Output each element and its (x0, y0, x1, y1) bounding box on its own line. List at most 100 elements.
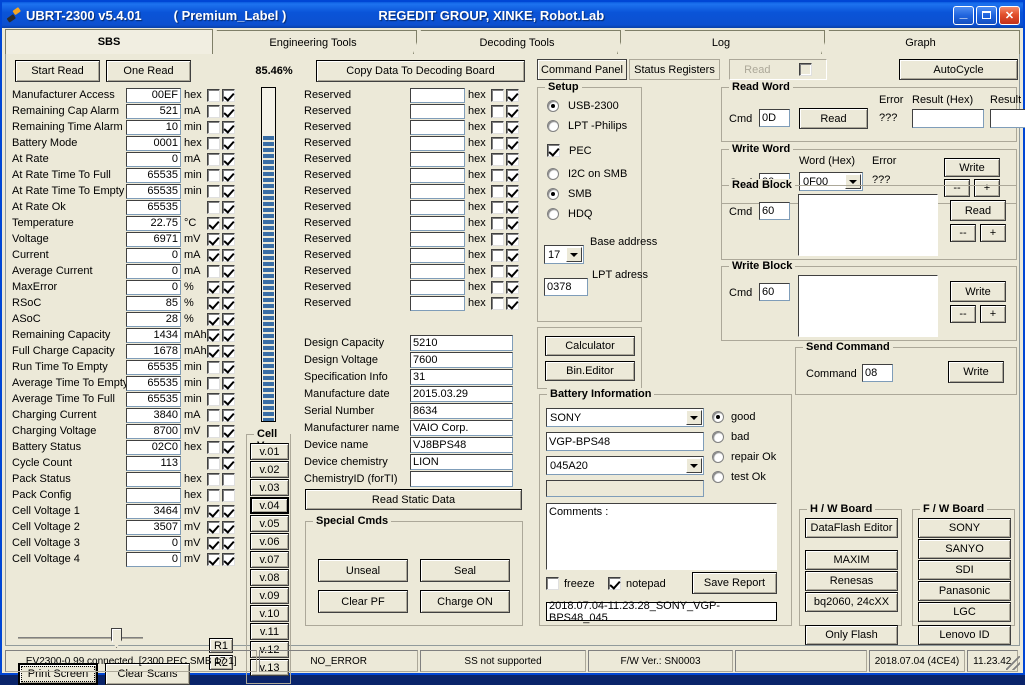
write-block-content[interactable] (798, 275, 938, 337)
register-checkbox-primary[interactable] (207, 456, 220, 470)
tab-sbs[interactable]: SBS (5, 29, 213, 54)
battery-state-good[interactable]: good (712, 409, 788, 425)
register-checkbox-secondary[interactable] (506, 152, 519, 166)
static-data-field[interactable]: 2015.03.29 (410, 385, 513, 402)
register-checkbox-primary[interactable] (207, 104, 220, 118)
register-checkbox-primary[interactable] (207, 552, 220, 566)
tab-graph[interactable]: Graph (821, 30, 1020, 54)
register-value-field[interactable]: 3464 (126, 503, 181, 519)
read-block-cmd-field[interactable]: 60 (759, 202, 790, 220)
register-value-field[interactable] (126, 471, 181, 487)
seal-button[interactable]: Seal (420, 559, 510, 582)
fw-sanyo-button[interactable]: SANYO (918, 539, 1011, 559)
register-value-field[interactable] (410, 167, 465, 183)
register-checkbox-secondary[interactable] (222, 312, 235, 326)
register-value-field[interactable]: 65535 (126, 199, 181, 215)
resize-grip[interactable] (1006, 656, 1020, 670)
register-value-field[interactable]: 3507 (126, 519, 181, 535)
battery-state-bad[interactable]: bad (712, 429, 788, 445)
register-value-field[interactable]: 65535 (126, 375, 181, 391)
register-checkbox-primary[interactable] (207, 88, 220, 102)
register-checkbox-primary[interactable] (491, 232, 504, 246)
register-checkbox-primary[interactable] (207, 248, 220, 262)
register-value-field[interactable]: 10 (126, 119, 181, 135)
register-checkbox-primary[interactable] (207, 152, 220, 166)
register-checkbox-primary[interactable] (207, 392, 220, 406)
register-checkbox-secondary[interactable] (222, 296, 235, 310)
write-block-write-button[interactable]: Write (950, 281, 1006, 302)
setup-radio[interactable] (547, 100, 559, 112)
register-checkbox-secondary[interactable] (506, 280, 519, 294)
register-checkbox-primary[interactable] (207, 472, 220, 486)
cell-voltage-button-v-03[interactable]: v.03 (250, 479, 289, 496)
register-value-field[interactable]: 8700 (126, 423, 181, 439)
fw-lenovo-id-button[interactable]: Lenovo ID (918, 625, 1011, 645)
register-checkbox-secondary[interactable] (222, 328, 235, 342)
read-toggle-box[interactable]: Read (729, 59, 827, 80)
register-checkbox-primary[interactable] (207, 504, 220, 518)
battery-state-radio[interactable] (712, 431, 724, 443)
base-address-combo[interactable]: 17 (544, 245, 584, 264)
register-checkbox-primary[interactable] (207, 216, 220, 230)
setup-option-smb[interactable]: SMB (547, 188, 592, 200)
battery-maker-combo[interactable]: SONY (546, 408, 704, 427)
register-value-field[interactable]: 113 (126, 455, 181, 471)
register-value-field[interactable] (410, 231, 465, 247)
register-checkbox-secondary[interactable] (222, 184, 235, 198)
register-value-field[interactable]: 65535 (126, 167, 181, 183)
register-checkbox-primary[interactable] (491, 88, 504, 102)
register-value-field[interactable]: 02C0 (126, 439, 181, 455)
register-checkbox-secondary[interactable] (222, 456, 235, 470)
register-value-field[interactable]: 0 (126, 535, 181, 551)
register-checkbox-primary[interactable] (207, 232, 220, 246)
minimize-button[interactable]: _ (953, 4, 974, 25)
register-value-field[interactable] (410, 247, 465, 263)
autocycle-button[interactable]: AutoCycle (899, 59, 1018, 80)
register-checkbox-secondary[interactable] (506, 216, 519, 230)
register-checkbox-secondary[interactable] (506, 88, 519, 102)
setup-option-lpt-philips[interactable]: LPT -Philips (547, 120, 627, 132)
battery-extra-field[interactable] (546, 480, 704, 497)
static-data-field[interactable]: VAIO Corp. (410, 419, 513, 436)
register-value-field[interactable]: 65535 (126, 359, 181, 375)
register-checkbox-secondary[interactable] (506, 232, 519, 246)
register-checkbox-primary[interactable] (207, 328, 220, 342)
battery-state-repair[interactable]: repair Ok (712, 449, 788, 465)
charge-on-button[interactable]: Charge ON (420, 590, 510, 613)
cell-voltage-button-v-10[interactable]: v.10 (250, 605, 289, 622)
register-value-field[interactable]: 00EF (126, 87, 181, 103)
register-checkbox-secondary[interactable] (506, 296, 519, 310)
register-checkbox-primary[interactable] (491, 200, 504, 214)
tab-log[interactable]: Log (617, 30, 825, 54)
register-checkbox-secondary[interactable] (222, 488, 235, 502)
register-checkbox-primary[interactable] (491, 168, 504, 182)
register-checkbox-primary[interactable] (207, 536, 220, 550)
lpt-address-field[interactable]: 0378 (544, 278, 588, 296)
register-value-field[interactable] (410, 87, 465, 103)
read-static-data-button[interactable]: Read Static Data (305, 489, 522, 510)
register-checkbox-secondary[interactable] (506, 184, 519, 198)
battery-state-radio[interactable] (712, 411, 724, 423)
maximize-button[interactable] (976, 5, 997, 25)
register-value-field[interactable] (410, 263, 465, 279)
register-value-field[interactable]: 65535 (126, 391, 181, 407)
register-checkbox-secondary[interactable] (222, 392, 235, 406)
write-block-cmd-field[interactable]: 60 (759, 283, 790, 301)
calculator-button[interactable]: Calculator (545, 336, 635, 356)
register-checkbox-primary[interactable] (207, 376, 220, 390)
register-checkbox-secondary[interactable] (506, 264, 519, 278)
chevron-down-icon[interactable] (686, 458, 702, 473)
static-data-field[interactable] (410, 470, 513, 487)
battery-code-combo[interactable]: 045A20 (546, 456, 704, 475)
register-checkbox-secondary[interactable] (506, 168, 519, 182)
register-checkbox-secondary[interactable] (222, 248, 235, 262)
register-value-field[interactable]: 0 (126, 551, 181, 567)
register-value-field[interactable] (126, 487, 181, 503)
start-read-button[interactable]: Start Read (15, 60, 100, 82)
cell-voltage-button-v-07[interactable]: v.07 (250, 551, 289, 568)
register-checkbox-primary[interactable] (491, 248, 504, 262)
register-checkbox-primary[interactable] (207, 200, 220, 214)
cell-voltage-button-v-01[interactable]: v.01 (250, 443, 289, 460)
report-filename-field[interactable]: 2018.07.04-11.23.28_SONY_VGP-BPS48_045 (546, 600, 777, 624)
register-checkbox-primary[interactable] (207, 440, 220, 454)
